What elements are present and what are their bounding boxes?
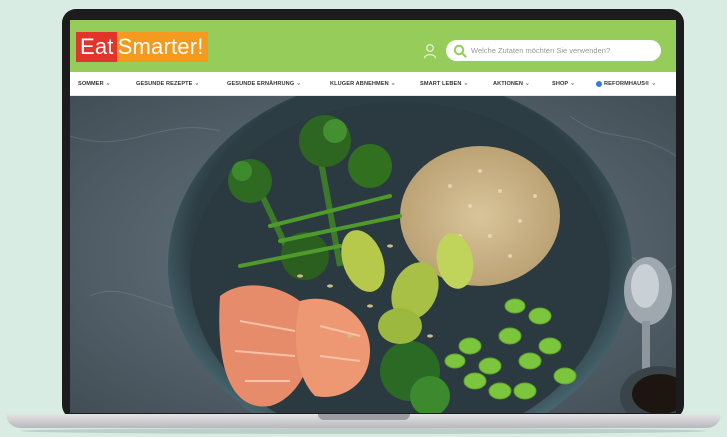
nav-item-gesunde-rezepte[interactable]: GESUNDE REZEPTE ⌄ [136,72,200,95]
nav-item-reformhaus[interactable]: REFORMHAUS® ⌄ [596,72,656,95]
search-icon[interactable] [453,44,467,58]
browser-screen: EatSmarter! SOMMER⌄ GESUNDE REZEPTE⌄ GES… [70,20,676,413]
nav-item-label: REFORMHAUS® [604,80,650,87]
chevron-down-icon: ⌄ [390,81,396,86]
nav-item-kluger-abnehmen[interactable]: KLUGER ABNEHMEN ⌄ [330,72,396,95]
logo-smarter: Smarter! [116,32,208,62]
nav-item-smart-leben[interactable]: SMART LEBEN ⌄ [420,72,469,95]
chevron-down-icon: ⌄ [296,81,302,86]
main-nav: SOMMER ⌄ GESUNDE REZEPTE ⌄ GESUNDE ERNÄHRU… [70,72,676,96]
nav-item-shop[interactable]: SHOP ⌄ [552,72,575,95]
nav-item-label: KLUGER ABNEHMEN [330,80,389,87]
site-header: Eat Smarter! [70,20,676,72]
reformhaus-icon [596,80,602,87]
search-input[interactable] [471,46,656,55]
nav-item-aktionen[interactable]: AKTIONEN ⌄ [493,72,530,95]
chevron-down-icon: ⌄ [463,81,469,86]
nav-item-label: SHOP [552,80,569,87]
chevron-down-icon: ⌄ [525,81,531,86]
chevron-down-icon: ⌄ [570,81,576,86]
nav-item-label: SMART LEBEN [420,80,462,87]
chevron-down-icon: ⌄ [105,81,111,86]
user-icon[interactable] [423,43,437,59]
nav-item-label: SOMMER [78,80,104,87]
laptop-notch [318,414,410,420]
nav-item-label: AKTIONEN [493,80,524,87]
logo-eat: Eat [76,32,117,62]
search-bar[interactable] [446,40,661,61]
nav-item-sommer[interactable]: SOMMER ⌄ [78,72,111,95]
hero-image-salmon-bowl[interactable] [70,96,676,413]
nav-item-label: GESUNDE REZEPTE [136,80,193,87]
chevron-down-icon: ⌄ [651,81,657,86]
chevron-down-icon: ⌄ [194,81,200,86]
eatsmarter-logo[interactable]: Eat Smarter! [76,32,208,62]
nav-item-label: GESUNDE ERNÄHRUNG [227,80,295,87]
laptop-shadow [20,428,707,434]
nav-item-gesunde-ernaehrung[interactable]: GESUNDE ERNÄHRUNG ⌄ [227,72,301,95]
